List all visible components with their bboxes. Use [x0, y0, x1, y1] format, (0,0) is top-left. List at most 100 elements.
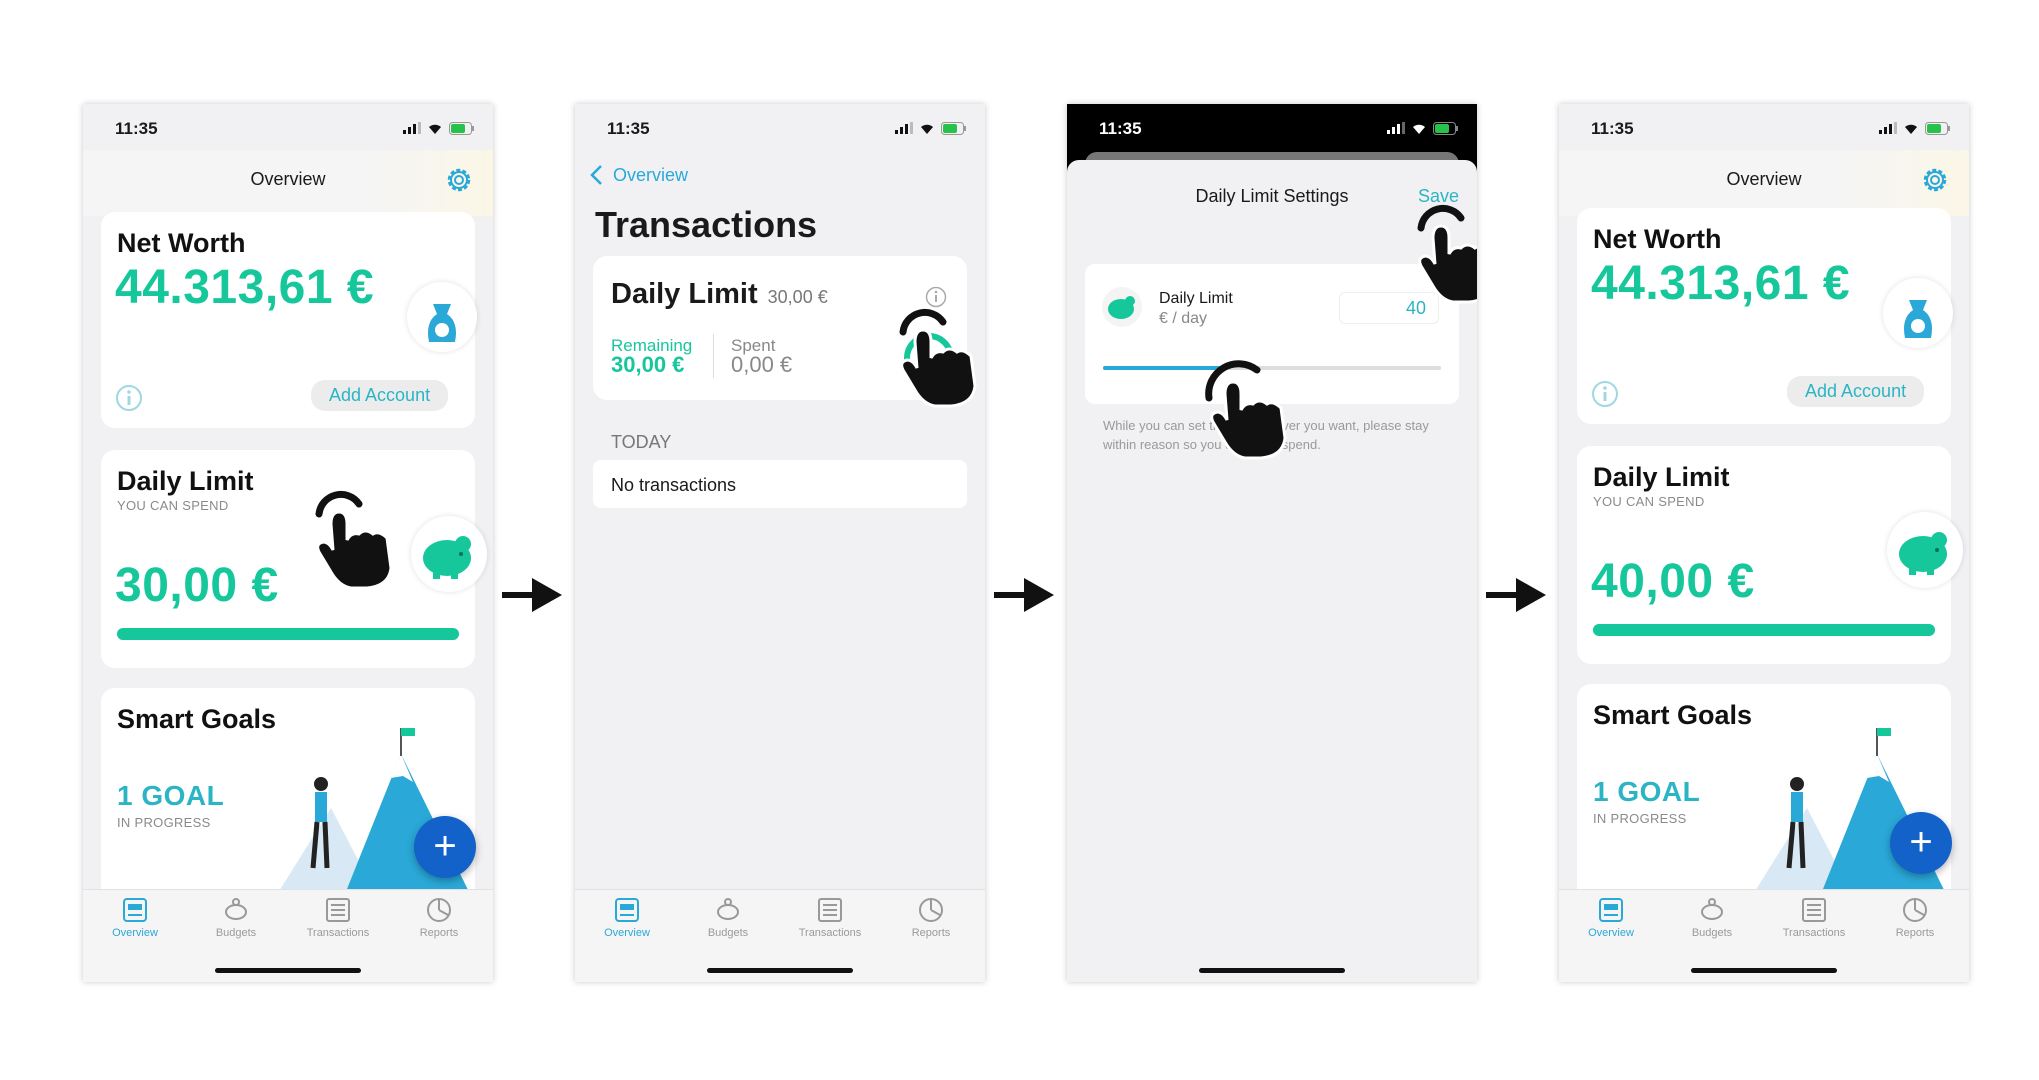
status-bar: 11:35: [575, 104, 985, 150]
add-account-button[interactable]: Add Account: [311, 380, 449, 411]
phone-screen-overview-after: 11:35 Overview Net Worth 44.313,61 € Add…: [1559, 104, 1969, 982]
spent-value: 0,00 €: [731, 352, 793, 377]
wifi-icon: [1905, 124, 1917, 134]
status-bar: 11:35: [1067, 104, 1477, 150]
gear-icon[interactable]: [443, 164, 475, 196]
daily-limit-title: Daily Limit: [1593, 462, 1730, 492]
piggy-tab-icon: [225, 898, 247, 920]
setting-unit: € / day: [1159, 310, 1208, 327]
daily-limit-title: Daily Limit: [611, 278, 758, 310]
goal-status: IN PROGRESS: [117, 815, 211, 830]
phone-screen-overview-before: 11:35 Overview Net Worth 44.313,61 € Add…: [83, 104, 493, 982]
section-header: TODAY: [611, 432, 672, 452]
status-time: 11:35: [607, 119, 650, 138]
arrow-right-icon: [1486, 578, 1546, 612]
daily-limit-title: Daily Limit: [117, 466, 254, 496]
gear-icon[interactable]: [1919, 164, 1951, 196]
tab-bar: Overview Budgets Transactions Reports: [575, 889, 985, 982]
piggy-bank-icon: [1887, 512, 1963, 588]
back-chevron-icon: [590, 165, 602, 185]
phone-screen-transactions: 11:35 Overview Transactions Daily Limit …: [575, 104, 985, 982]
back-button[interactable]: Overview: [589, 162, 688, 188]
daily-limit-progress-fill: [117, 628, 459, 640]
tab-label: Overview: [1588, 927, 1634, 939]
daily-limit-progress-fill: [1593, 624, 1935, 636]
piggy-bank-icon: [411, 516, 487, 592]
status-icons: [1387, 121, 1459, 135]
tab-budgets[interactable]: Budgets: [688, 896, 768, 939]
signal-icon: [1387, 122, 1405, 134]
empty-text: No transactions: [611, 475, 737, 495]
overview-tab-icon: [1599, 898, 1623, 922]
tab-reports[interactable]: Reports: [891, 896, 971, 939]
smart-goals-title: Smart Goals: [117, 704, 277, 734]
piggy-tab-icon: [717, 898, 739, 920]
info-icon[interactable]: [115, 384, 143, 412]
back-label: Overview: [613, 164, 689, 185]
wifi-icon: [429, 124, 441, 134]
daily-limit-subtitle: YOU CAN SPEND: [117, 498, 229, 513]
info-icon[interactable]: [1591, 380, 1619, 408]
tab-reports[interactable]: Reports: [399, 896, 479, 939]
net-worth-card[interactable]: Net Worth 44.313,61 € Add Account: [1577, 208, 1953, 424]
home-indicator: [707, 968, 853, 973]
tab-overview[interactable]: Overview: [1571, 896, 1651, 939]
tab-label: Overview: [112, 927, 158, 939]
tab-reports[interactable]: Reports: [1875, 896, 1955, 939]
signal-icon: [895, 122, 913, 134]
goal-count: 1 GOAL: [1593, 776, 1701, 807]
mountain-illustration: [1747, 728, 1951, 904]
tab-budgets[interactable]: Budgets: [196, 896, 276, 939]
tab-overview[interactable]: Overview: [95, 896, 175, 939]
tab-label: Budgets: [1691, 927, 1733, 939]
tab-bar: Overview Budgets Transactions Reports: [83, 889, 493, 982]
daily-limit-card[interactable]: Daily Limit YOU CAN SPEND 40,00 €: [1577, 446, 1963, 664]
nav-bar: Overview: [1559, 150, 1969, 216]
empty-transactions-row: No transactions: [593, 460, 967, 508]
tab-label: Reports: [1895, 927, 1935, 939]
money-bag-icon: [1883, 278, 1953, 348]
tab-label: Budgets: [707, 927, 749, 939]
tab-overview[interactable]: Overview: [587, 896, 667, 939]
page-title: Transactions: [595, 204, 818, 245]
tab-transactions[interactable]: Transactions: [298, 896, 378, 939]
nav-bar: Overview: [83, 150, 493, 216]
daily-limit-progress-track: [117, 628, 459, 640]
wifi-icon: [921, 124, 933, 134]
signal-icon: [1879, 122, 1897, 134]
status-bar: 11:35: [1559, 104, 1969, 150]
pie-tab-icon: [1903, 898, 1927, 922]
status-time: 11:35: [115, 119, 158, 138]
smart-goals-card[interactable]: Smart Goals 1 GOAL IN PROGRESS +: [1577, 684, 1952, 908]
tap-hand-icon: [899, 309, 977, 408]
pie-tab-icon: [919, 898, 943, 922]
add-goal-button[interactable]: +: [1890, 812, 1952, 874]
setting-title: Daily Limit: [1159, 290, 1233, 307]
status-icons: [1879, 121, 1951, 135]
daily-limit-subtitle: YOU CAN SPEND: [1593, 494, 1705, 509]
tab-label: Overview: [604, 927, 650, 939]
add-account-button[interactable]: Add Account: [1787, 376, 1925, 407]
tab-label: Reports: [419, 927, 459, 939]
tab-transactions[interactable]: Transactions: [790, 896, 870, 939]
daily-limit-card[interactable]: Daily Limit YOU CAN SPEND 30,00 €: [101, 450, 487, 668]
battery-icon: [449, 121, 474, 135]
arrow-right-icon: [994, 578, 1054, 612]
net-worth-card[interactable]: Net Worth 44.313,61 € Add Account: [101, 212, 477, 428]
home-indicator: [1691, 968, 1837, 973]
tab-budgets[interactable]: Budgets: [1672, 896, 1752, 939]
smart-goals-card[interactable]: Smart Goals 1 GOAL IN PROGRESS +: [101, 688, 476, 908]
daily-limit-amount: 30,00 €: [115, 559, 279, 612]
drag-hand-icon: [1205, 360, 1287, 460]
list-tab-icon: [1802, 898, 1826, 922]
piggy-bank-icon: [1102, 287, 1142, 327]
add-goal-button[interactable]: +: [414, 816, 476, 878]
info-icon[interactable]: [925, 286, 947, 308]
tab-transactions[interactable]: Transactions: [1774, 896, 1854, 939]
tab-label: Transactions: [1782, 927, 1846, 939]
nav-title: Overview: [250, 169, 326, 189]
list-tab-icon: [326, 898, 350, 922]
piggy-tab-icon: [1701, 898, 1723, 920]
list-tab-icon: [818, 898, 842, 922]
net-worth-amount: 44.313,61 €: [115, 261, 375, 314]
